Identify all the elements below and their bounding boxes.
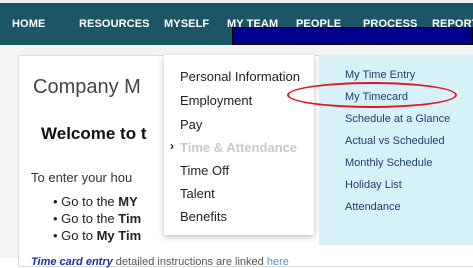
instruction-list: • Go to the MY • Go to the Tim • Go to M… (53, 193, 141, 244)
menu-item-pay[interactable]: Pay (180, 117, 202, 132)
nav-resources[interactable]: RESOURCES (79, 3, 150, 45)
submenu-item-holiday-list[interactable]: Holiday List (345, 179, 402, 191)
chevron-right-icon: › (170, 139, 174, 153)
welcome-heading: Welcome to t (41, 124, 147, 143)
menu-item-time-off[interactable]: Time Off (180, 163, 229, 178)
redaction-box (232, 27, 473, 45)
menu-item-benefits[interactable]: Benefits (180, 209, 227, 224)
list-item: • Go to the MY (53, 194, 138, 209)
submenu-item-attendance[interactable]: Attendance (345, 201, 401, 213)
submenu-item-schedule-at-a-glance[interactable]: Schedule at a Glance (345, 113, 450, 125)
list-item: • Go to the Tim (53, 211, 142, 226)
myself-dropdown-menu: Personal Information Employment Pay › Ti… (164, 55, 314, 235)
submenu-item-my-time-entry[interactable]: My Time Entry (345, 69, 415, 81)
menu-item-employment[interactable]: Employment (180, 93, 252, 108)
submenu-item-monthly-schedule[interactable]: Monthly Schedule (345, 157, 432, 169)
menu-item-time-attendance[interactable]: Time & Attendance (180, 140, 297, 155)
menu-item-talent[interactable]: Talent (180, 186, 215, 201)
nav-myself[interactable]: MYSELF (164, 3, 209, 45)
submenu-item-actual-vs-scheduled[interactable]: Actual vs Scheduled (345, 135, 445, 147)
highlight-oval-annotation (287, 82, 457, 108)
list-item: • Go to My Tim (53, 228, 142, 243)
page-title: Company M (33, 76, 141, 98)
instructions-text: To enter your hou (31, 170, 133, 185)
menu-item-personal-information[interactable]: Personal Information (180, 69, 300, 84)
nav-home[interactable]: HOME (12, 3, 45, 45)
